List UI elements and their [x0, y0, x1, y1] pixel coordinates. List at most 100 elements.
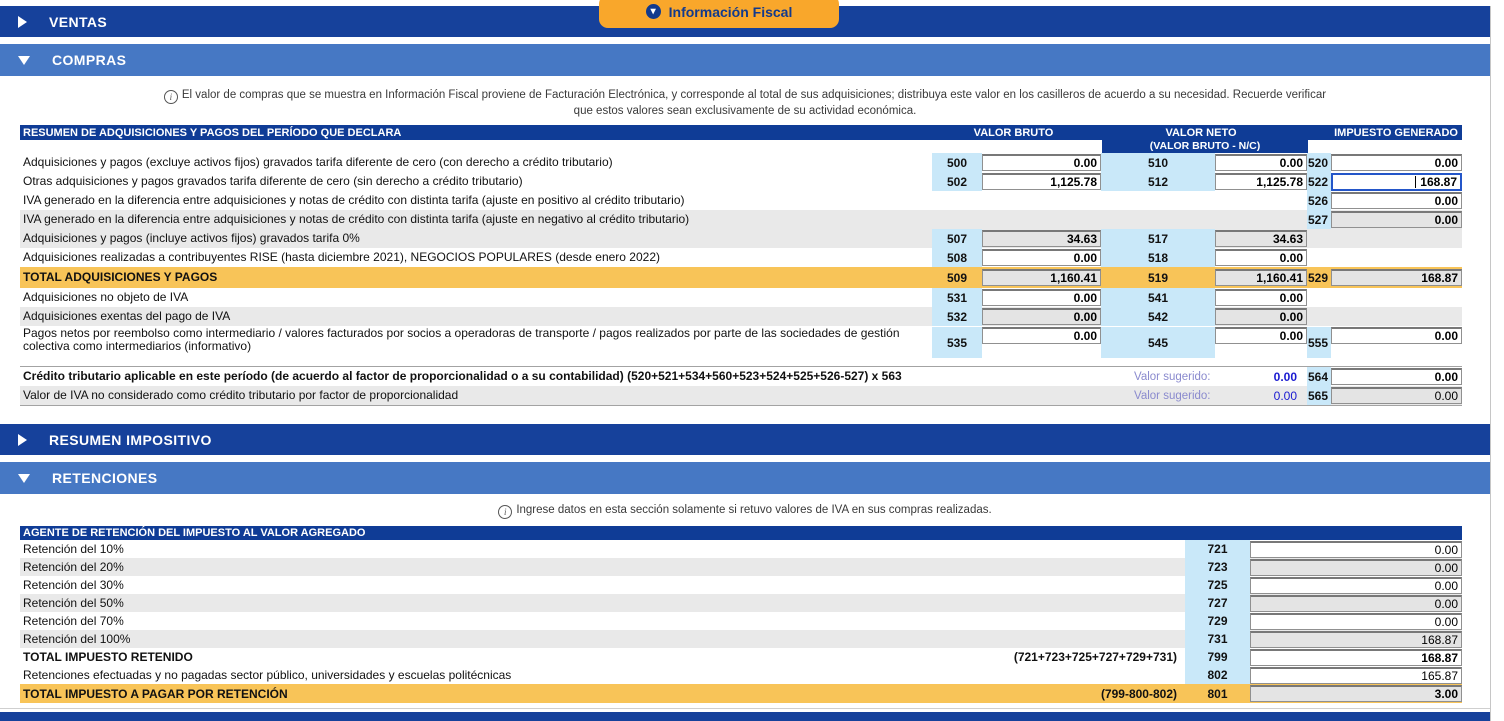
row-description: Otras adquisiciones y pagos gravados tar… [20, 175, 932, 188]
table-row: Pagos netos por reembolso como intermedi… [20, 326, 1462, 358]
input-wrap [1331, 173, 1462, 191]
table-row: Adquisiciones y pagos (incluye activos f… [20, 229, 1462, 248]
field-cell-555 [1331, 327, 1462, 344]
input-500[interactable] [982, 154, 1101, 171]
compras-table-header: RESUMEN DE ADQUISICIONES Y PAGOS DEL PER… [20, 125, 1462, 140]
row-description: Retención del 10% [20, 542, 1185, 556]
row-description: Adquisiciones realizadas a contribuyente… [20, 251, 932, 264]
input-555[interactable] [1331, 327, 1462, 344]
input-wrap [1331, 211, 1462, 228]
input-541[interactable] [1215, 289, 1307, 306]
input-545[interactable] [1215, 327, 1307, 344]
row-label: Retención del 100% [23, 632, 130, 646]
table-row: Retención del 70%729 [20, 612, 1462, 630]
field-code-729: 729 [1185, 612, 1250, 630]
input-wrap [1215, 154, 1307, 171]
section-title-ventas: VENTAS [49, 14, 107, 30]
table-row: Adquisiciones y pagos (excluye activos f… [20, 153, 1462, 172]
field-cell-535 [982, 327, 1101, 344]
input-529 [1331, 269, 1462, 286]
field-cell-529 [1331, 269, 1462, 286]
field-cell-510 [1215, 154, 1307, 171]
field-code-519: 519 [1101, 267, 1215, 288]
suggested-value-label: Valor sugerido: [1134, 371, 1229, 383]
input-729[interactable] [1250, 613, 1462, 630]
row-label: Retención del 10% [23, 542, 124, 556]
section-header-compras[interactable]: COMPRAS [0, 44, 1490, 76]
section-header-retenciones[interactable]: RETENCIONES [0, 462, 1490, 494]
field-cell-799 [1250, 649, 1462, 666]
input-wrap [982, 289, 1101, 306]
input-802[interactable] [1250, 667, 1462, 684]
field-cell-500 [982, 154, 1101, 171]
row-description: TOTAL IMPUESTO RETENIDO(721+723+725+727+… [20, 650, 1185, 664]
info-icon: i [498, 505, 512, 519]
field-code-532: 532 [932, 307, 982, 326]
input-wrap [982, 327, 1101, 344]
section-header-resumen-impositivo[interactable]: RESUMEN IMPOSITIVO [0, 424, 1490, 455]
compras-table-subheader: (VALOR BRUTO - N/C) [20, 140, 1462, 153]
row-description: Retención del 100% [20, 632, 1185, 646]
input-520[interactable] [1331, 154, 1462, 171]
input-721[interactable] [1250, 541, 1462, 558]
field-cell-801 [1250, 685, 1462, 702]
code-spacer [932, 210, 982, 229]
table-row: IVA generado en la diferencia entre adqu… [20, 210, 1462, 229]
input-wrap [1331, 387, 1462, 404]
input-510[interactable] [1215, 154, 1307, 171]
chevron-down-icon [18, 474, 30, 483]
input-725[interactable] [1250, 577, 1462, 594]
field-cell-531 [982, 289, 1101, 306]
field-cell-725 [1250, 577, 1462, 594]
row-description: IVA generado en la diferencia entre adqu… [20, 194, 932, 207]
input-526[interactable] [1331, 192, 1462, 209]
input-wrap [1331, 368, 1462, 385]
input-542 [1215, 308, 1307, 325]
section-title-retenciones: RETENCIONES [52, 470, 158, 486]
table-row: Crédito tributario aplicable en este per… [20, 367, 1462, 386]
field-cell-507 [982, 230, 1101, 247]
field-code-507: 507 [932, 229, 982, 248]
field-cell-802 [1250, 667, 1462, 684]
input-wrap [1331, 327, 1462, 344]
input-723 [1250, 559, 1462, 576]
input-731 [1250, 631, 1462, 648]
input-799[interactable] [1250, 649, 1462, 666]
field-code-512: 512 [1101, 172, 1215, 191]
field-cell-517 [1215, 230, 1307, 247]
input-508[interactable] [982, 249, 1101, 266]
next-section-bar [0, 712, 1490, 721]
field-cell-522 [1331, 173, 1462, 191]
input-522[interactable] [1331, 173, 1462, 191]
field-code-727: 727 [1185, 594, 1250, 612]
table-row: Adquisiciones exentas del pago de IVA532… [20, 307, 1462, 326]
row-description: Retención del 50% [20, 596, 1185, 610]
input-wrap [1331, 192, 1462, 209]
input-wrap [1215, 249, 1307, 266]
input-wrap [1250, 667, 1462, 684]
input-512[interactable] [1215, 173, 1307, 190]
input-502[interactable] [982, 173, 1101, 190]
row-description: Retenciones efectuadas y no pagadas sect… [20, 668, 1185, 682]
row-description: IVA generado en la diferencia entre adqu… [20, 213, 932, 226]
column-header-valor-neto: VALOR NETO [1098, 127, 1304, 139]
input-564[interactable] [1331, 368, 1462, 385]
field-code-802: 802 [1185, 666, 1250, 684]
code-spacer [1101, 191, 1215, 210]
input-518[interactable] [1215, 249, 1307, 266]
table-row: TOTAL ADQUISICIONES Y PAGOS509519529 [20, 267, 1462, 288]
code-spacer [932, 191, 982, 210]
input-531[interactable] [982, 289, 1101, 306]
row-label: Retención del 20% [23, 560, 124, 574]
field-cell-727 [1250, 595, 1462, 612]
table-row: TOTAL IMPUESTO RETENIDO(721+723+725+727+… [20, 648, 1462, 666]
field-code-527: 527 [1307, 210, 1331, 229]
table-row: Adquisiciones no objeto de IVA531541 [20, 288, 1462, 307]
field-code-518: 518 [1101, 248, 1215, 267]
field-code-526: 526 [1307, 191, 1331, 210]
row-label: Retención del 50% [23, 596, 124, 610]
input-535[interactable] [982, 327, 1101, 344]
input-wrap [982, 249, 1101, 266]
field-cell-518 [1215, 249, 1307, 266]
informacion-fiscal-button[interactable]: ▾ Información Fiscal [599, 0, 839, 28]
